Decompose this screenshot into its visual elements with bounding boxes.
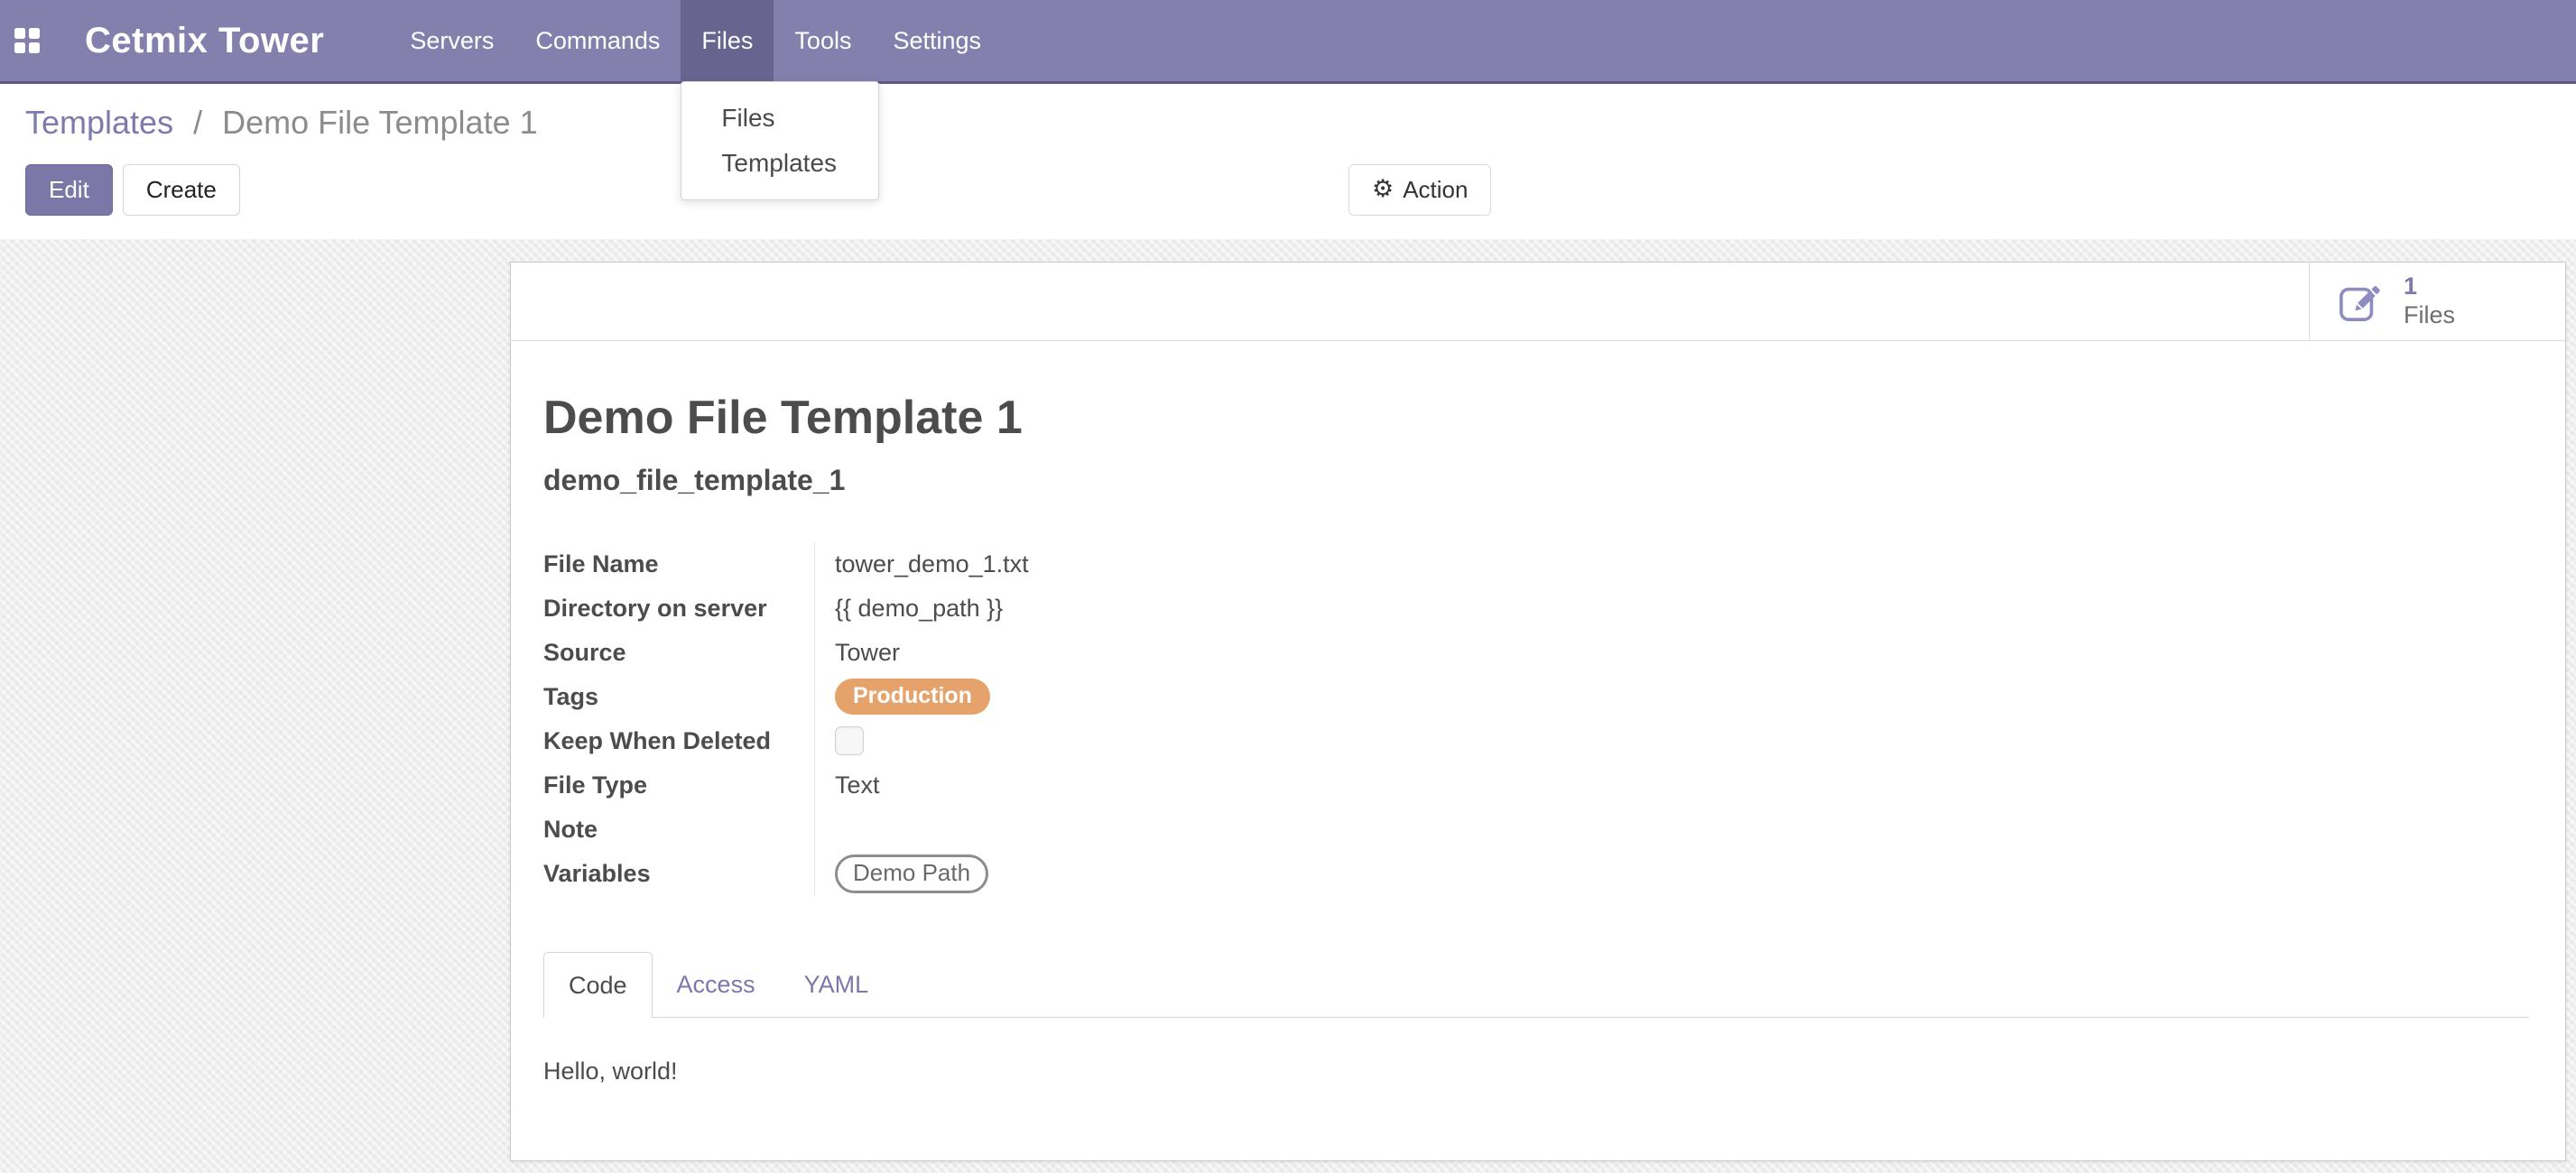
edit-button[interactable]: Edit xyxy=(25,164,113,216)
menu-item-files-label: Files xyxy=(701,27,753,55)
breadcrumb: Templates / Demo File Template 1 xyxy=(25,104,538,142)
field-row-source: Source Tower xyxy=(543,631,1536,675)
apps-menu-icon[interactable] xyxy=(14,28,40,53)
field-label-source: Source xyxy=(543,639,814,667)
dropdown-item-templates[interactable]: Templates xyxy=(681,141,878,186)
gear-icon: ⚙ xyxy=(1372,177,1394,201)
menu-item-tools[interactable]: Tools xyxy=(774,0,872,81)
main-menu: Servers Commands Files Files Templates T… xyxy=(389,0,1002,81)
content-background: 1 Files Demo File Template 1 demo_file_t… xyxy=(0,239,2576,1173)
menu-item-servers[interactable]: Servers xyxy=(389,0,514,81)
pencil-square-icon xyxy=(2339,281,2380,322)
field-value-keep-when-deleted xyxy=(814,719,1536,763)
app-screen: Cetmix Tower Servers Commands Files File… xyxy=(0,0,2576,1173)
field-value-tags: Production xyxy=(814,675,1536,719)
notebook-tabs: Code Access YAML xyxy=(543,952,2529,1018)
breadcrumb-templates-link[interactable]: Templates xyxy=(25,104,173,141)
menu-item-commands[interactable]: Commands xyxy=(514,0,681,81)
field-value-directory: {{ demo_path }} xyxy=(814,586,1536,631)
tab-access[interactable]: Access xyxy=(653,952,780,1017)
form-sheet: 1 Files Demo File Template 1 demo_file_t… xyxy=(510,262,2566,1161)
app-brand[interactable]: Cetmix Tower xyxy=(85,21,324,61)
field-value-source: Tower xyxy=(814,631,1536,675)
variable-pill-demo-path: Demo Path xyxy=(835,854,988,893)
action-button-label: Action xyxy=(1403,176,1468,204)
field-label-variables: Variables xyxy=(543,860,814,888)
field-label-directory: Directory on server xyxy=(543,595,814,623)
field-value-note xyxy=(814,808,1536,852)
keep-when-deleted-checkbox xyxy=(835,726,864,755)
field-label-tags: Tags xyxy=(543,683,814,711)
field-group: File Name tower_demo_1.txt Directory on … xyxy=(543,542,1536,896)
field-label-file-name: File Name xyxy=(543,550,814,578)
field-value-file-type: Text xyxy=(814,763,1536,808)
field-row-keep-when-deleted: Keep When Deleted xyxy=(543,719,1536,763)
breadcrumb-separator: / xyxy=(193,104,202,141)
field-value-file-name: tower_demo_1.txt xyxy=(814,542,1536,586)
files-dropdown-menu: Files Templates xyxy=(681,81,879,200)
stat-text: 1 Files xyxy=(2404,272,2455,330)
sheet-body: Demo File Template 1 demo_file_template_… xyxy=(511,392,2565,1085)
create-button[interactable]: Create xyxy=(123,164,240,216)
tag-badge-production: Production xyxy=(835,679,990,715)
field-row-tags: Tags Production xyxy=(543,675,1536,719)
control-panel: Templates / Demo File Template 1 Edit Cr… xyxy=(0,84,2576,239)
breadcrumb-current: Demo File Template 1 xyxy=(222,104,538,141)
menu-item-files[interactable]: Files Files Templates xyxy=(681,0,774,81)
field-row-note: Note xyxy=(543,808,1536,852)
top-navbar: Cetmix Tower Servers Commands Files File… xyxy=(0,0,2576,84)
field-row-file-type: File Type Text xyxy=(543,763,1536,808)
sheet-header: 1 Files xyxy=(511,263,2565,341)
field-row-file-name: File Name tower_demo_1.txt xyxy=(543,542,1536,586)
code-tab-content: Hello, world! xyxy=(543,1058,2529,1085)
record-reference: demo_file_template_1 xyxy=(543,464,2529,497)
record-title: Demo File Template 1 xyxy=(543,392,2529,446)
field-row-variables: Variables Demo Path xyxy=(543,852,1536,896)
field-value-variables: Demo Path xyxy=(814,852,1536,896)
action-button[interactable]: ⚙ Action xyxy=(1348,164,1491,216)
tab-yaml[interactable]: YAML xyxy=(780,952,894,1017)
button-row: Edit Create xyxy=(25,164,240,216)
dropdown-item-files[interactable]: Files xyxy=(681,96,878,141)
stat-label: Files xyxy=(2404,301,2455,330)
stat-count: 1 xyxy=(2404,272,2455,301)
field-label-note: Note xyxy=(543,816,814,844)
files-stat-button[interactable]: 1 Files xyxy=(2309,263,2565,340)
field-row-directory: Directory on server {{ demo_path }} xyxy=(543,586,1536,631)
tab-code[interactable]: Code xyxy=(543,952,653,1018)
menu-item-settings[interactable]: Settings xyxy=(872,0,1002,81)
field-label-file-type: File Type xyxy=(543,771,814,799)
field-label-keep-when-deleted: Keep When Deleted xyxy=(543,727,814,755)
